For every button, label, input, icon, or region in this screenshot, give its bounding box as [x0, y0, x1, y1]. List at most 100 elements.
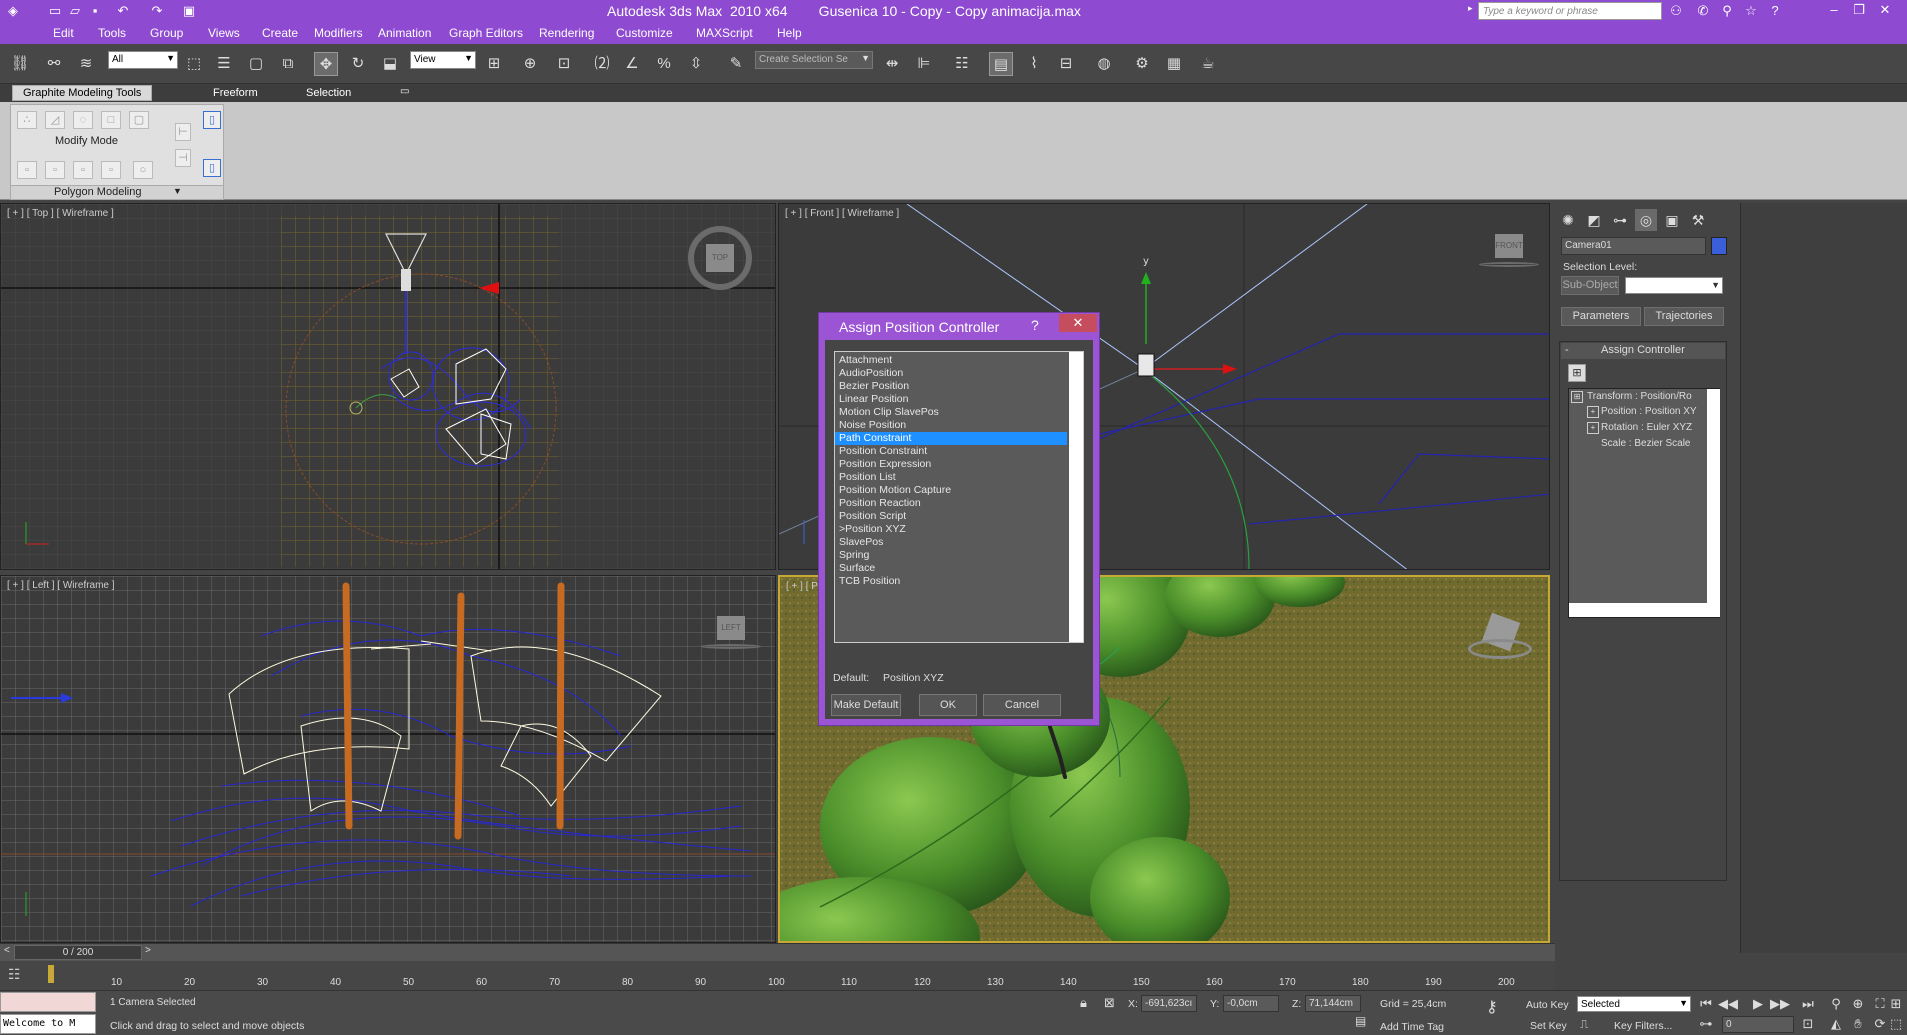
rendered-frame-window-icon[interactable]: ▦ — [1162, 52, 1186, 76]
select-and-rotate-icon[interactable]: ↻ — [346, 52, 370, 76]
viewport-front-label[interactable]: [ + ] [ Front ] [ Wireframe ] — [785, 208, 899, 219]
viewport-left[interactable]: [ + ] [ Left ] [ Wireframe ] LEFT — [0, 575, 776, 943]
next-frame-icon[interactable]: ▶▶ — [1770, 995, 1790, 1013]
controller-list-item[interactable]: Position Script — [835, 510, 1067, 523]
favorites-star-icon[interactable]: ☆ — [1742, 2, 1760, 20]
position-node-icon[interactable]: + — [1587, 406, 1599, 418]
controller-list-item[interactable]: Position Motion Capture — [835, 484, 1067, 497]
controller-list-item[interactable]: Motion Clip SlavePos — [835, 406, 1067, 419]
absolute-mode-icon[interactable]: ⊠ — [1104, 995, 1115, 1011]
menu-help[interactable]: Help — [777, 26, 802, 40]
parameters-button[interactable]: Parameters — [1561, 307, 1641, 326]
time-configuration-icon[interactable]: ⊡ — [1798, 1015, 1818, 1033]
key-filters-button[interactable]: Key Filters... — [1614, 1020, 1672, 1032]
select-manipulate-icon[interactable]: ⊕ — [518, 52, 542, 76]
controller-list-item[interactable]: Position List — [835, 471, 1067, 484]
selection-lock-icon[interactable]: 🔒︎ — [1080, 995, 1087, 1011]
set-key-icon[interactable]: ⚷ — [1486, 997, 1498, 1017]
controller-list-scrollbar[interactable] — [1069, 352, 1083, 642]
project-folder-icon[interactable]: ▣ — [180, 2, 198, 20]
hierarchy-panel-icon[interactable]: ⊶ — [1609, 209, 1631, 231]
menu-graph-editors[interactable]: Graph Editors — [449, 26, 523, 40]
viewcube-front[interactable]: FRONT — [1479, 234, 1539, 274]
rollout-header[interactable]: - Assign Controller — [1561, 343, 1725, 359]
controller-list-item[interactable]: >Position XYZ — [835, 523, 1067, 536]
binoculars-icon[interactable]: ⚇ — [1667, 2, 1685, 20]
ribbon-tool3-icon[interactable]: ▫ — [73, 161, 93, 179]
tree-item-position[interactable]: Position : Position XY — [1601, 406, 1697, 417]
viewcube-left[interactable]: LEFT — [701, 616, 761, 656]
ribbon-tool1-icon[interactable]: ▫ — [17, 161, 37, 179]
communication-center-icon[interactable]: ✆ — [1694, 2, 1712, 20]
make-default-button[interactable]: Make Default — [831, 694, 901, 716]
menu-group[interactable]: Group — [150, 26, 183, 40]
graphite-tools-toggle-icon[interactable]: ▤ — [989, 52, 1013, 76]
controller-list-item[interactable]: Position Reaction — [835, 497, 1067, 510]
current-frame-marker[interactable] — [48, 965, 54, 983]
rectangular-selection-icon[interactable]: ▢ — [244, 52, 268, 76]
add-time-tag[interactable]: Add Time Tag — [1380, 1021, 1444, 1033]
maxscript-listener-mini[interactable] — [0, 992, 96, 1012]
rotation-node-icon[interactable]: + — [1587, 422, 1599, 434]
viewcube-top[interactable]: TOP — [688, 226, 752, 290]
tree-horizontal-scrollbar[interactable] — [1569, 603, 1707, 617]
bind-space-warp-icon[interactable]: ≋ — [74, 52, 98, 76]
modify-panel-icon[interactable]: ◩ — [1583, 209, 1605, 231]
viewport-left-label[interactable]: [ + ] [ Left ] [ Wireframe ] — [7, 580, 115, 591]
menu-customize[interactable]: Customize — [616, 26, 673, 40]
controller-list-item[interactable]: AudioPosition — [835, 367, 1067, 380]
previous-frame-icon[interactable]: ◀◀ — [1718, 995, 1738, 1013]
display-panel-icon[interactable]: ▣ — [1661, 209, 1683, 231]
open-file-icon[interactable]: ▱ — [66, 2, 84, 20]
tree-item-rotation[interactable]: Rotation : Euler XYZ — [1601, 422, 1692, 433]
help-icon[interactable]: ? — [1766, 2, 1784, 20]
window-crossing-icon[interactable]: ⧉ — [276, 52, 300, 76]
time-slider[interactable]: < 0 / 200 > — [0, 943, 1555, 961]
mirror-icon[interactable]: ⇹ — [880, 52, 904, 76]
controller-list[interactable]: Attachment AudioPosition Bezier Position Li… — [834, 351, 1084, 643]
ribbon-tool2-icon[interactable]: ▫ — [45, 161, 65, 179]
maxscript-input[interactable]: Welcome to M — [0, 1014, 96, 1034]
utilities-panel-icon[interactable]: ⚒ — [1687, 209, 1709, 231]
tab-freeform[interactable]: Freeform — [203, 86, 268, 100]
save-icon[interactable]: ▪ — [86, 2, 104, 20]
key-filter-icon[interactable]: ⎍ — [1580, 1017, 1588, 1032]
y-coordinate-field[interactable]: -0,0cm — [1223, 995, 1279, 1012]
render-production-icon[interactable]: ☕ — [1196, 52, 1220, 76]
controller-list-item[interactable]: Bezier Position — [835, 380, 1067, 393]
controller-list-item[interactable]: Path Constraint — [835, 432, 1067, 445]
mini-curve-editor-icon[interactable]: ☷ — [8, 966, 34, 984]
viewport-top[interactable]: [ + ] [ Top ] [ Wireframe ] TOP — [0, 203, 776, 570]
trajectories-button[interactable]: Trajectories — [1644, 307, 1724, 326]
menu-rendering[interactable]: Rendering — [539, 26, 594, 40]
motion-panel-icon[interactable]: ◎ — [1635, 209, 1657, 231]
ribbon-edge-icon[interactable]: ◿ — [45, 111, 65, 129]
controller-list-item[interactable]: SlavePos — [835, 536, 1067, 549]
ribbon-element-icon[interactable]: ▢ — [129, 111, 149, 129]
redo-icon[interactable]: ↷ — [148, 2, 166, 20]
modify-mode-label[interactable]: Modify Mode — [55, 135, 118, 147]
named-selection-set-dropdown[interactable]: Create Selection Se ▼ — [755, 51, 873, 69]
minimize-icon[interactable]: – — [1823, 1, 1845, 19]
menu-animation[interactable]: Animation — [378, 26, 431, 40]
controller-list-item[interactable]: Attachment — [835, 354, 1067, 367]
ribbon-vertex-icon[interactable]: ∴ — [17, 111, 37, 129]
tree-vertical-scrollbar[interactable] — [1707, 389, 1720, 617]
select-and-move-icon[interactable]: ✥ — [314, 52, 338, 76]
create-panel-icon[interactable]: ✺ — [1557, 209, 1579, 231]
curve-editor-icon[interactable]: ⌇ — [1022, 52, 1046, 76]
menu-tools[interactable]: Tools — [98, 26, 126, 40]
select-and-scale-icon[interactable]: ⬓ — [378, 52, 402, 76]
assign-controller-icon[interactable]: ⊞ — [1568, 364, 1586, 382]
ribbon-pin-icon[interactable]: ⊢ — [175, 123, 191, 141]
x-coordinate-field[interactable]: -691,623cı — [1141, 995, 1197, 1012]
controller-list-item[interactable]: Linear Position — [835, 393, 1067, 406]
dialog-help-icon[interactable]: ? — [1031, 317, 1039, 333]
ribbon-border-icon[interactable]: ◌ — [73, 111, 93, 129]
z-coordinate-field[interactable]: 71,144cm — [1305, 995, 1361, 1012]
select-object-icon[interactable]: ⬚ — [182, 52, 206, 76]
tab-graphite-modeling-tools[interactable]: Graphite Modeling Tools — [12, 85, 153, 101]
auto-key-button[interactable]: Auto Key — [1526, 999, 1569, 1011]
sub-object-dropdown[interactable]: ▼ — [1625, 277, 1723, 294]
time-slider-next[interactable]: > — [145, 945, 151, 956]
